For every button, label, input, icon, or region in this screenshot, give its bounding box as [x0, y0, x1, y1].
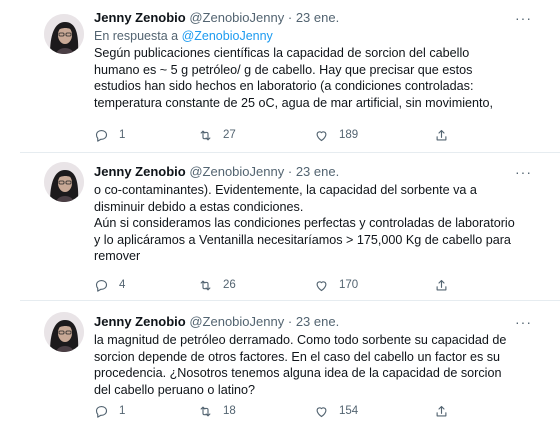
heart-icon: [316, 130, 327, 141]
author-handle[interactable]: @ZenobioJenny: [189, 10, 284, 25]
author-handle[interactable]: @ZenobioJenny: [189, 314, 284, 329]
avatar-image: [44, 312, 84, 352]
retweet-icon: [200, 130, 211, 140]
like-button[interactable]: 154: [314, 402, 358, 420]
author-name[interactable]: Jenny Zenobio: [94, 314, 186, 329]
reply-to-prefix: En respuesta a: [94, 29, 179, 43]
tweet-actions: 4 26 170: [94, 276, 454, 294]
more-options-icon[interactable]: ···: [515, 312, 532, 332]
like-button[interactable]: 189: [314, 126, 358, 144]
heart-icon: [316, 280, 327, 291]
author-name[interactable]: Jenny Zenobio: [94, 10, 186, 25]
retweet-count: 18: [223, 405, 236, 417]
share-icon: [436, 279, 447, 290]
retweet-icon: [200, 280, 211, 290]
reply-to-link[interactable]: @ZenobioJenny: [182, 29, 273, 43]
retweet-count: 27: [223, 129, 236, 141]
tweet-actions: 1 18 154: [94, 402, 454, 420]
avatar[interactable]: [44, 162, 84, 202]
reply-count: 1: [119, 129, 126, 141]
more-options-icon[interactable]: ···: [515, 8, 532, 28]
like-button[interactable]: 170: [314, 276, 358, 294]
share-button[interactable]: [434, 126, 449, 144]
tweet-text: o co-contaminantes). Evidentemente, la c…: [94, 183, 515, 264]
reply-icon: [95, 279, 108, 292]
share-button[interactable]: [434, 276, 449, 294]
reply-icon: [95, 405, 108, 418]
tweet-date[interactable]: 23 ene.: [296, 10, 339, 25]
reply-button[interactable]: 4: [94, 276, 125, 294]
tweet-header: Jenny Zenobio @ZenobioJenny · 23 ene. ··…: [94, 162, 538, 182]
like-count: 189: [339, 129, 359, 141]
separator: ·: [287, 314, 293, 329]
separator: ·: [287, 10, 293, 25]
tweet-header: Jenny Zenobio @ZenobioJenny · 23 ene. ··…: [94, 8, 538, 28]
tweet-header: Jenny Zenobio @ZenobioJenny · 23 ene. ··…: [94, 312, 538, 332]
like-count: 170: [339, 279, 359, 291]
separator: ·: [287, 164, 293, 179]
reply-count: 1: [119, 405, 126, 417]
share-icon: [436, 129, 447, 140]
heart-icon: [316, 406, 327, 417]
author-name[interactable]: Jenny Zenobio: [94, 164, 186, 179]
tweet-actions: 1 27 189: [94, 126, 454, 144]
reply-context: En respuesta a @ZenobioJenny: [94, 28, 538, 45]
tweet-date[interactable]: 23 ene.: [296, 314, 339, 329]
retweet-icon: [200, 406, 211, 416]
retweet-button[interactable]: 18: [198, 402, 236, 420]
author-handle[interactable]: @ZenobioJenny: [189, 164, 284, 179]
avatar[interactable]: [44, 14, 84, 54]
tweet-date[interactable]: 23 ene.: [296, 164, 339, 179]
tweet[interactable]: Jenny Zenobio @ZenobioJenny · 23 ene. ··…: [0, 0, 560, 152]
reply-button[interactable]: 1: [94, 402, 125, 420]
avatar-image: [44, 14, 84, 54]
retweet-button[interactable]: 27: [198, 126, 236, 144]
reply-icon: [95, 129, 108, 142]
retweet-count: 26: [223, 279, 236, 291]
share-button[interactable]: [434, 402, 449, 420]
tweet[interactable]: Jenny Zenobio @ZenobioJenny · 23 ene. ··…: [0, 300, 560, 432]
tweet-text: la magnitud de petróleo derramado. Como …: [94, 333, 507, 397]
tweet[interactable]: Jenny Zenobio @ZenobioJenny · 23 ene. ··…: [0, 152, 560, 300]
more-options-icon[interactable]: ···: [515, 162, 532, 182]
avatar-image: [44, 162, 84, 202]
like-count: 154: [339, 405, 359, 417]
share-icon: [436, 405, 447, 416]
retweet-button[interactable]: 26: [198, 276, 236, 294]
avatar[interactable]: [44, 312, 84, 352]
reply-count: 4: [119, 279, 126, 291]
reply-button[interactable]: 1: [94, 126, 125, 144]
tweet-text: Según publicaciones científicas la capac…: [94, 46, 494, 110]
